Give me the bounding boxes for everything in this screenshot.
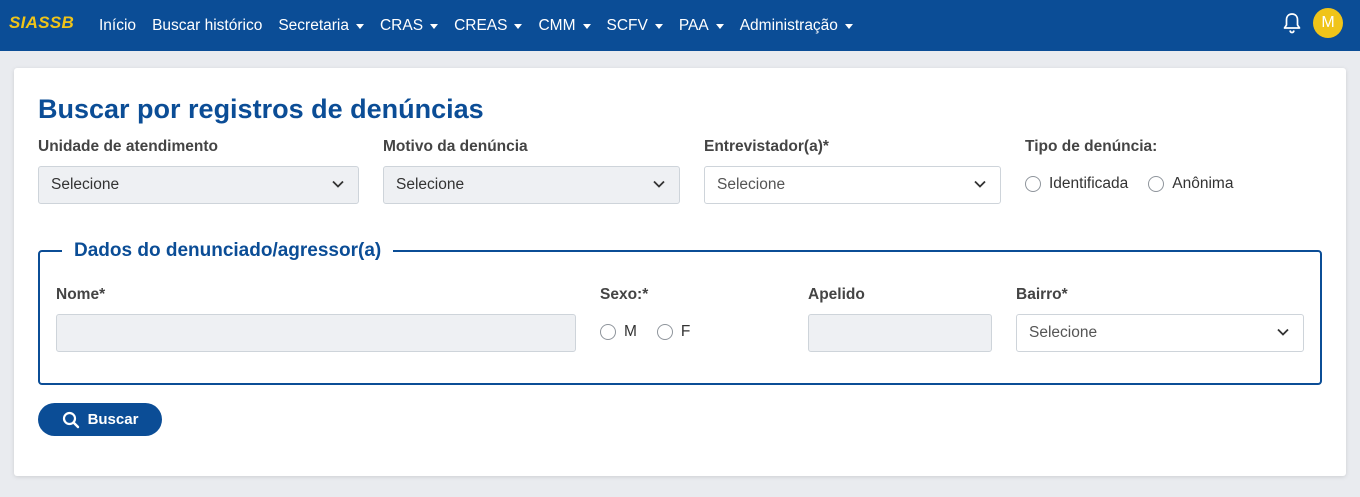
tipo-denuncia-radio-group: Identificada Anônima bbox=[1025, 175, 1253, 193]
nav-item-scfv[interactable]: SCFV bbox=[607, 17, 663, 35]
denunciado-legend: Dados do denunciado/agressor(a) bbox=[62, 240, 394, 262]
entrevistador-select-value: Selecione bbox=[717, 176, 786, 193]
apelido-input[interactable] bbox=[808, 314, 992, 352]
nav-item-label: CREAS bbox=[454, 16, 508, 34]
chevron-down-icon bbox=[1277, 328, 1289, 336]
caret-down-icon bbox=[715, 23, 724, 29]
search-button-label: Buscar bbox=[87, 411, 139, 428]
nav-item-buscar-historico[interactable]: Buscar histórico bbox=[152, 17, 262, 35]
search-icon bbox=[62, 411, 79, 428]
nav-item-label: Secretaria bbox=[278, 16, 349, 34]
nav-item-label: PAA bbox=[678, 16, 709, 34]
denunciado-fieldset: Dados do denunciado/agressor(a) Nome* Se… bbox=[38, 240, 1322, 385]
sexo-radio-group: M F bbox=[600, 323, 710, 341]
bairro-select-value: Selecione bbox=[1029, 324, 1098, 341]
nav-item-label: Buscar histórico bbox=[152, 16, 263, 34]
search-button[interactable]: Buscar bbox=[38, 403, 162, 436]
tipo-denuncia-label: Tipo de denúncia: bbox=[1025, 138, 1158, 155]
caret-down-icon bbox=[582, 23, 591, 29]
nav-menu: Início Buscar histórico Secretaria CRAS … bbox=[99, 0, 869, 51]
entrevistador-select[interactable]: Selecione bbox=[704, 166, 1001, 204]
unidade-select-value: Selecione bbox=[51, 176, 120, 193]
search-card: Buscar por registros de denúncias Unidad… bbox=[14, 68, 1346, 476]
nav-item-cmm[interactable]: CMM bbox=[538, 16, 591, 35]
chevron-down-icon bbox=[653, 180, 665, 188]
nav-item-inicio[interactable]: Início bbox=[99, 17, 136, 35]
nav-item-creas[interactable]: CREAS bbox=[454, 16, 523, 35]
bairro-select[interactable]: Selecione bbox=[1016, 314, 1304, 352]
nav-item-label: CRAS bbox=[379, 16, 424, 34]
radio-identificada-label: Identificada bbox=[1049, 175, 1129, 192]
motivo-select[interactable]: Selecione bbox=[383, 166, 680, 204]
caret-down-icon bbox=[844, 23, 853, 29]
user-avatar[interactable]: M bbox=[1313, 8, 1343, 38]
sexo-label: Sexo:* bbox=[600, 286, 649, 303]
apelido-label: Apelido bbox=[808, 286, 865, 303]
caret-down-icon bbox=[430, 23, 439, 29]
nav-item-secretaria[interactable]: Secretaria bbox=[278, 17, 364, 35]
radio-sexo-m-label: M bbox=[624, 323, 637, 340]
radio-anonima-label: Anônima bbox=[1172, 175, 1234, 192]
nome-label: Nome* bbox=[56, 286, 106, 303]
radio-sexo-m[interactable] bbox=[600, 324, 616, 340]
nav-item-label: Administração bbox=[739, 16, 838, 34]
nav-item-paa[interactable]: PAA bbox=[679, 17, 724, 35]
nav-item-label: CMM bbox=[538, 16, 576, 34]
caret-down-icon bbox=[654, 23, 663, 29]
bairro-label: Bairro* bbox=[1016, 286, 1068, 303]
radio-sexo-f[interactable] bbox=[656, 324, 673, 340]
top-navbar: SIASSB Início Buscar histórico Secretari… bbox=[0, 0, 1360, 51]
nav-item-cras[interactable]: CRAS bbox=[379, 16, 439, 35]
unidade-label: Unidade de atendimento bbox=[38, 138, 218, 155]
chevron-down-icon bbox=[332, 180, 344, 188]
radio-anonima[interactable] bbox=[1148, 176, 1165, 192]
radio-sexo-f-label: F bbox=[680, 323, 691, 340]
chevron-down-icon bbox=[974, 180, 986, 188]
bell-icon[interactable] bbox=[1283, 12, 1301, 34]
entrevistador-label: Entrevistador(a)* bbox=[704, 138, 829, 155]
nav-item-administracao[interactable]: Administração bbox=[740, 17, 853, 35]
nav-item-label: SCFV bbox=[606, 16, 648, 34]
caret-down-icon bbox=[514, 23, 523, 29]
motivo-label: Motivo da denúncia bbox=[383, 138, 528, 155]
brand-logo[interactable]: SIASSB bbox=[9, 13, 74, 33]
motivo-select-value: Selecione bbox=[396, 176, 465, 193]
nav-item-label: Início bbox=[99, 16, 137, 34]
unidade-select[interactable]: Selecione bbox=[38, 166, 359, 204]
page-title: Buscar por registros de denúncias bbox=[38, 94, 484, 124]
radio-identificada[interactable] bbox=[1025, 176, 1041, 192]
nome-input[interactable] bbox=[56, 314, 576, 352]
caret-down-icon bbox=[355, 23, 364, 29]
